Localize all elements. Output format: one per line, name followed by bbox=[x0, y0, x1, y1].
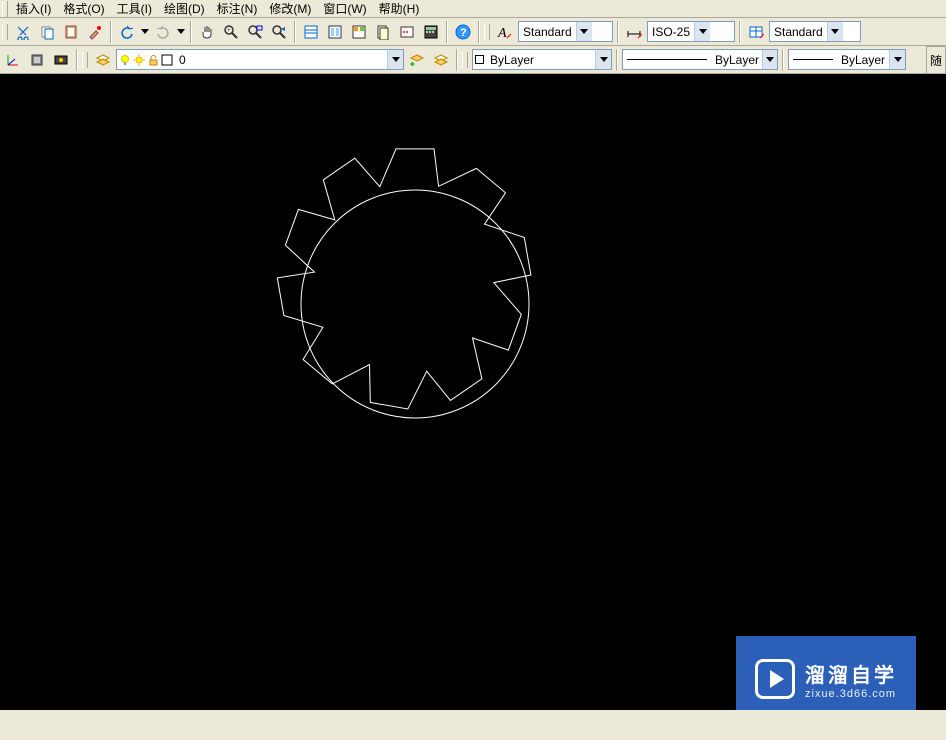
toolpalette-button[interactable] bbox=[348, 21, 370, 43]
lightbulb-on-icon bbox=[119, 54, 131, 66]
table-style-icon[interactable] bbox=[745, 21, 767, 43]
pan-button[interactable] bbox=[196, 21, 218, 43]
layer-combo[interactable]: 0 bbox=[116, 49, 404, 70]
separator bbox=[76, 49, 78, 71]
sun-icon bbox=[133, 54, 145, 66]
separator bbox=[110, 21, 112, 43]
text-style-value: Standard bbox=[519, 25, 576, 39]
layer-name: 0 bbox=[175, 53, 387, 67]
block-button[interactable] bbox=[26, 49, 48, 71]
dropdown-arrow-icon[interactable] bbox=[387, 50, 403, 69]
quickcalc-button[interactable] bbox=[420, 21, 442, 43]
menu-dimension[interactable]: 标注(N) bbox=[211, 0, 264, 18]
render-button[interactable] bbox=[50, 49, 72, 71]
zoom-realtime-button[interactable]: + bbox=[220, 21, 242, 43]
copy-button[interactable] bbox=[36, 21, 58, 43]
undo-dropdown[interactable] bbox=[140, 21, 150, 43]
sheetset-button[interactable] bbox=[372, 21, 394, 43]
help-button[interactable]: ? bbox=[452, 21, 474, 43]
dim-style-icon[interactable] bbox=[623, 21, 645, 43]
drawing-canvas[interactable] bbox=[0, 74, 946, 710]
toolbar-grip-styles[interactable] bbox=[484, 24, 490, 40]
text-style-icon[interactable]: A bbox=[494, 21, 516, 43]
dim-style-combo[interactable]: ISO-25 bbox=[647, 21, 735, 42]
layer-state-icons bbox=[117, 54, 175, 66]
ucs-button[interactable] bbox=[2, 49, 24, 71]
menu-window[interactable]: 窗口(W) bbox=[317, 0, 372, 18]
play-icon bbox=[755, 659, 795, 699]
menubar: 插入(I) 格式(O) 工具(I) 绘图(D) 标注(N) 修改(M) 窗口(W… bbox=[0, 0, 946, 18]
linetype-sample bbox=[627, 59, 707, 60]
dropdown-arrow-icon[interactable] bbox=[595, 50, 611, 69]
zoom-previous-button[interactable] bbox=[268, 21, 290, 43]
dropdown-arrow-icon[interactable] bbox=[889, 50, 905, 69]
watermark-title: 溜溜自学 bbox=[805, 659, 897, 688]
toolbar-grip-properties[interactable] bbox=[462, 52, 468, 68]
toolbar-grip-1[interactable] bbox=[2, 24, 8, 40]
separator bbox=[739, 21, 741, 43]
menu-draw[interactable]: 绘图(D) bbox=[158, 0, 211, 18]
dropdown-arrow-icon[interactable] bbox=[827, 22, 843, 41]
svg-text:+: + bbox=[227, 28, 231, 34]
separator bbox=[294, 21, 296, 43]
lock-open-icon bbox=[147, 54, 159, 66]
dim-style-value: ISO-25 bbox=[648, 25, 694, 39]
separator bbox=[446, 21, 448, 43]
color-swatch-icon bbox=[161, 54, 173, 66]
dropdown-arrow-icon[interactable] bbox=[762, 50, 777, 69]
color-value: ByLayer bbox=[486, 53, 595, 67]
menu-insert[interactable]: 插入(I) bbox=[10, 0, 57, 18]
dropdown-arrow-icon[interactable] bbox=[694, 22, 710, 41]
linetype-combo[interactable]: ByLayer bbox=[622, 49, 778, 70]
layer-previous-button[interactable] bbox=[406, 49, 428, 71]
toolbar-grip-layers[interactable] bbox=[82, 52, 88, 68]
color-swatch bbox=[473, 55, 486, 64]
text-style-combo[interactable]: Standard bbox=[518, 21, 613, 42]
toolbar-row-2: 0 ByLayer ByLayer ByLayer bbox=[0, 46, 946, 74]
zoom-window-button[interactable] bbox=[244, 21, 266, 43]
watermark-url: zixue.3d66.com bbox=[805, 688, 897, 700]
lineweight-value: ByLayer bbox=[837, 53, 889, 67]
menu-modify[interactable]: 修改(M) bbox=[263, 0, 317, 18]
designcenter-button[interactable] bbox=[324, 21, 346, 43]
separator bbox=[617, 21, 619, 43]
properties-button[interactable] bbox=[300, 21, 322, 43]
svg-text:?: ? bbox=[460, 27, 467, 39]
layer-states-button[interactable] bbox=[430, 49, 452, 71]
separator bbox=[456, 49, 458, 71]
menu-format[interactable]: 格式(O) bbox=[57, 0, 110, 18]
markup-button[interactable] bbox=[396, 21, 418, 43]
redo-dropdown[interactable] bbox=[176, 21, 186, 43]
menu-help[interactable]: 帮助(H) bbox=[373, 0, 426, 18]
linetype-value: ByLayer bbox=[711, 53, 762, 67]
paste-button[interactable] bbox=[60, 21, 82, 43]
toolbar-row-1: + ? A Standard ISO-25 Standard bbox=[0, 18, 946, 46]
color-combo[interactable]: ByLayer bbox=[472, 49, 612, 70]
redo-button[interactable] bbox=[152, 21, 174, 43]
separator bbox=[478, 21, 480, 43]
menu-tools[interactable]: 工具(I) bbox=[111, 0, 158, 18]
separator bbox=[190, 21, 192, 43]
separator bbox=[782, 49, 784, 71]
cut-button[interactable] bbox=[12, 21, 34, 43]
lineweight-combo[interactable]: ByLayer bbox=[788, 49, 906, 70]
svg-text:A: A bbox=[497, 26, 507, 40]
dropdown-arrow-icon[interactable] bbox=[576, 22, 592, 41]
lineweight-sample bbox=[793, 59, 833, 60]
matchprop-button[interactable] bbox=[84, 21, 106, 43]
separator bbox=[616, 49, 618, 71]
table-style-value: Standard bbox=[770, 25, 827, 39]
undo-button[interactable] bbox=[116, 21, 138, 43]
menu-grip[interactable] bbox=[2, 1, 8, 17]
statusbar bbox=[0, 710, 946, 740]
table-style-combo[interactable]: Standard bbox=[769, 21, 861, 42]
gear-drawing bbox=[245, 134, 585, 474]
layer-manager-button[interactable] bbox=[92, 49, 114, 71]
side-panel-label[interactable]: 随 bbox=[926, 46, 946, 74]
